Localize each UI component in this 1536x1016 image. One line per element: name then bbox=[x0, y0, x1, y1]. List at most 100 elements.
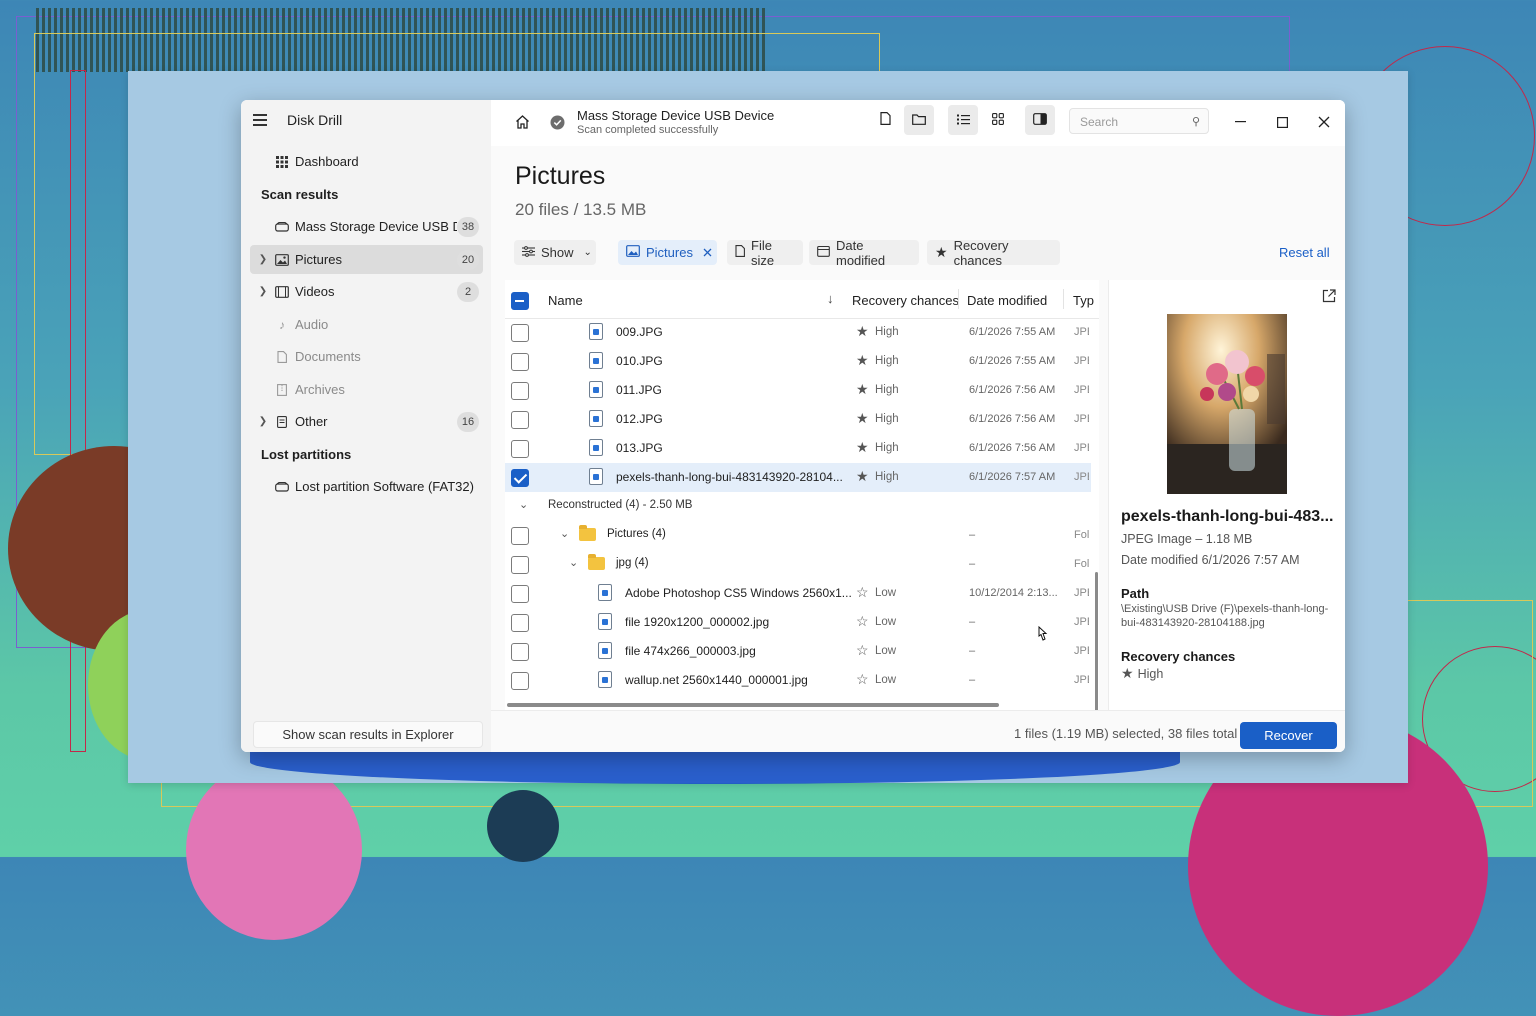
pictures-filter-chip[interactable]: Pictures bbox=[618, 240, 717, 265]
preview-file-type: JPEG Image – 1.18 MB bbox=[1121, 532, 1253, 546]
table-row[interactable]: 009.JPG ★ High 6/1/2026 7:55 AM JPE bbox=[505, 318, 1091, 347]
chevron-down-icon[interactable]: ⌄ bbox=[560, 527, 569, 540]
table-row[interactable]: Adobe Photoshop CS5 Windows 2560x1... ☆ … bbox=[505, 579, 1091, 608]
search-input[interactable] bbox=[1078, 114, 1187, 130]
background-circle bbox=[186, 760, 362, 940]
column-type[interactable]: Typ bbox=[1073, 293, 1094, 308]
date-value: 6/1/2026 7:57 AM bbox=[969, 471, 1056, 483]
recovery-value: Low bbox=[875, 645, 897, 657]
file-icon bbox=[274, 415, 290, 429]
check-circle-icon bbox=[549, 114, 565, 130]
chevron-down-icon[interactable]: ⌄ bbox=[569, 556, 578, 569]
table-row[interactable]: 012.JPG ★ High 6/1/2026 7:56 AM JPE bbox=[505, 405, 1091, 434]
row-checkbox[interactable] bbox=[511, 672, 529, 690]
recover-button[interactable]: Recover bbox=[1240, 722, 1337, 749]
chevron-right-icon[interactable]: ❯ bbox=[256, 254, 270, 265]
recovery-chances-filter[interactable]: ★ Recovery chances bbox=[927, 238, 1060, 268]
group-header-reconstructed[interactable]: ⌄ Reconstructed (4) - 2.50 MB bbox=[505, 492, 1091, 521]
filter-label: Pictures bbox=[646, 245, 693, 260]
sidebar-item-device[interactable]: Mass Storage Device USB D... 38 bbox=[250, 212, 483, 241]
file-view-button[interactable] bbox=[870, 105, 900, 135]
sidebar-item-archives[interactable]: Archives bbox=[250, 375, 483, 404]
folder-name: Pictures (4) bbox=[607, 528, 666, 540]
file-name: wallup.net 2560x1440_000001.jpg bbox=[625, 673, 808, 687]
sidebar-item-dashboard[interactable]: Dashboard bbox=[250, 147, 483, 176]
select-all-checkbox[interactable] bbox=[511, 292, 529, 310]
scan-results-heading: Scan results bbox=[261, 187, 339, 202]
search-box[interactable]: ⚲ bbox=[1069, 108, 1209, 134]
chevron-right-icon[interactable]: ❯ bbox=[256, 416, 270, 427]
sidebar-item-other[interactable]: ❯ Other 16 bbox=[250, 407, 483, 436]
table-row[interactable]: 011.JPG ★ High 6/1/2026 7:56 AM JPE bbox=[505, 376, 1091, 405]
row-checkbox[interactable] bbox=[511, 643, 529, 661]
row-checkbox[interactable] bbox=[511, 469, 529, 487]
star-outline-icon: ☆ bbox=[856, 584, 869, 600]
type-value: JPE bbox=[1074, 616, 1089, 628]
sidebar-item-lost-partition[interactable]: Lost partition Software (FAT32) bbox=[250, 472, 483, 501]
image-file-icon bbox=[598, 584, 612, 601]
type-value: JPE bbox=[1074, 587, 1089, 599]
sidebar-item-audio[interactable]: ♪ Audio bbox=[250, 310, 483, 339]
preview-image bbox=[1167, 314, 1287, 494]
table-row[interactable]: file 1920x1200_000002.jpg ☆ Low – JPE bbox=[505, 608, 1091, 637]
row-checkbox[interactable] bbox=[511, 527, 529, 545]
sort-arrow-icon[interactable]: ↓ bbox=[827, 291, 834, 306]
table-row[interactable]: 010.JPG ★ High 6/1/2026 7:55 AM JPE bbox=[505, 347, 1091, 376]
home-icon[interactable] bbox=[513, 113, 531, 131]
row-checkbox[interactable] bbox=[511, 353, 529, 371]
grid-view-button[interactable] bbox=[983, 105, 1013, 135]
table-row[interactable]: 013.JPG ★ High 6/1/2026 7:56 AM JPE bbox=[505, 434, 1091, 463]
file-size-filter[interactable]: File size bbox=[727, 238, 803, 268]
sidebar-item-videos[interactable]: ❯ Videos 2 bbox=[250, 277, 483, 306]
date-value: 6/1/2026 7:56 AM bbox=[969, 384, 1056, 396]
close-button[interactable] bbox=[1313, 111, 1335, 133]
folder-row[interactable]: ⌄ Pictures (4) – Fol bbox=[505, 521, 1091, 550]
table-row[interactable]: wallup.net 2560x1440_000001.jpg ☆ Low – … bbox=[505, 666, 1091, 695]
image-file-icon bbox=[598, 642, 612, 659]
sidebar-item-label: Other bbox=[295, 414, 328, 429]
date-value: 6/1/2026 7:56 AM bbox=[969, 413, 1056, 425]
reset-all-link[interactable]: Reset all bbox=[1279, 245, 1330, 260]
row-checkbox[interactable] bbox=[511, 411, 529, 429]
show-in-explorer-button[interactable]: Show scan results in Explorer bbox=[253, 721, 483, 748]
column-recovery-chances[interactable]: Recovery chances bbox=[852, 293, 959, 308]
horizontal-scrollbar[interactable] bbox=[507, 703, 999, 707]
date-modified-filter[interactable]: Date modified bbox=[809, 238, 919, 268]
list-view-button[interactable] bbox=[948, 105, 978, 135]
row-checkbox[interactable] bbox=[511, 382, 529, 400]
star-icon: ★ bbox=[1121, 665, 1134, 681]
minimize-button[interactable] bbox=[1229, 111, 1251, 133]
date-value: – bbox=[969, 674, 976, 686]
maximize-button[interactable] bbox=[1271, 111, 1293, 133]
row-checkbox[interactable] bbox=[511, 440, 529, 458]
sidebar-item-label: Videos bbox=[295, 284, 335, 299]
sidebar-item-pictures[interactable]: ❯ Pictures 20 bbox=[250, 245, 483, 274]
type-value: JPE bbox=[1074, 674, 1089, 686]
chevron-right-icon[interactable]: ❯ bbox=[256, 286, 270, 297]
open-external-icon[interactable] bbox=[1322, 289, 1336, 306]
row-checkbox[interactable] bbox=[511, 585, 529, 603]
menu-icon[interactable] bbox=[253, 113, 271, 127]
folder-view-button[interactable] bbox=[904, 105, 934, 135]
close-icon[interactable] bbox=[703, 245, 712, 260]
column-name[interactable]: Name bbox=[548, 293, 583, 308]
row-checkbox[interactable] bbox=[511, 614, 529, 632]
chevron-down-icon[interactable]: ⌄ bbox=[519, 498, 528, 511]
row-checkbox[interactable] bbox=[511, 556, 529, 574]
date-value: – bbox=[969, 645, 976, 657]
star-icon: ★ bbox=[856, 410, 869, 426]
document-icon bbox=[879, 112, 891, 128]
folder-row[interactable]: ⌄ jpg (4) – Fol bbox=[505, 550, 1091, 579]
preview-pane-button[interactable] bbox=[1025, 105, 1055, 135]
table-row-selected[interactable]: pexels-thanh-long-bui-483143920-28104...… bbox=[505, 463, 1091, 492]
list-header: Name ↓ Recovery chances Date modified Ty… bbox=[505, 280, 1099, 319]
folder-icon bbox=[912, 113, 926, 128]
table-row[interactable]: file 474x266_000003.jpg ☆ Low – JPE bbox=[505, 637, 1091, 666]
row-checkbox[interactable] bbox=[511, 324, 529, 342]
sidebar-item-documents[interactable]: Documents bbox=[250, 342, 483, 371]
recovery-value: High bbox=[875, 442, 899, 454]
mouse-cursor-icon bbox=[1036, 625, 1048, 642]
column-date-modified[interactable]: Date modified bbox=[967, 293, 1047, 308]
app-title: Disk Drill bbox=[287, 112, 343, 128]
show-filter-button[interactable]: Show ⌄ bbox=[514, 240, 596, 265]
